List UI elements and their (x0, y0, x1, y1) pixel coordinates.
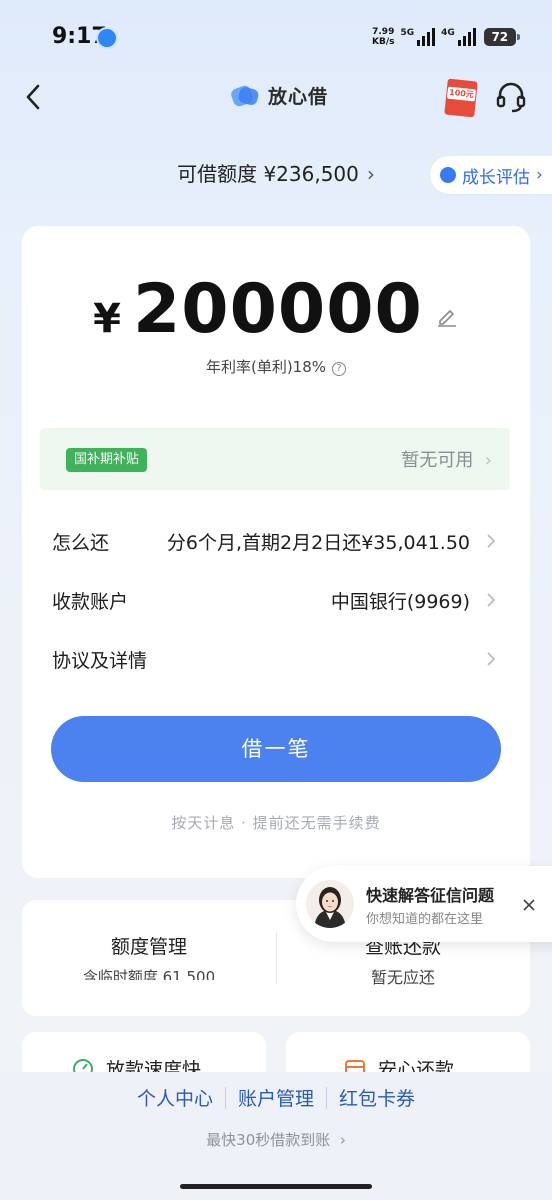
redpacket-label: 100元 (446, 86, 476, 102)
interest-rate: 年利率(单利)18%? (22, 356, 530, 377)
assistant-avatar-icon (306, 880, 354, 928)
loan-amount[interactable]: 200000 (133, 270, 423, 349)
feature-label: 安心还款 (378, 1059, 455, 1072)
app-title: 放心借 (268, 86, 329, 108)
redpacket-icon[interactable]: 100元 (444, 78, 478, 118)
subsidy-status: 暂无可用 › (401, 450, 492, 471)
agreement-details-row[interactable]: 协议及详情 (52, 638, 500, 678)
growth-assessment-button[interactable]: 成长评估 › (430, 156, 552, 194)
chevron-right-icon (487, 534, 496, 548)
link-account-management[interactable]: 账户管理 (238, 1084, 314, 1111)
divider (326, 1086, 327, 1109)
home-indicator[interactable] (180, 1184, 372, 1189)
repayment-plan-row[interactable]: 怎么还 分6个月,首期2月2日还¥35,041.50 (52, 520, 500, 560)
chevron-right-icon: › (484, 450, 492, 471)
chevron-right-icon: › (366, 162, 375, 186)
fast-payout-tip[interactable]: 最快30秒借款到账 › (0, 1129, 552, 1150)
fee-note: 按天计息 · 提前还无需手续费 (171, 814, 381, 832)
divider (224, 1086, 226, 1109)
chevron-right-icon: › (536, 165, 543, 185)
app-logo: 放心借 (230, 82, 328, 109)
back-icon[interactable] (20, 80, 48, 114)
popup-subtitle: 你想知道的都在这里 (366, 912, 484, 927)
limit-management-title[interactable]: 额度管理 (22, 932, 276, 959)
status-icons: 7.99 KB/s 5G 4G 72 (372, 24, 520, 50)
link-coupons[interactable]: 红包卡券 (339, 1084, 415, 1111)
chevron-right-icon: › (339, 1131, 346, 1149)
loan-card: ¥ 200000 年利率(单利)18%? 国补期补贴 暂无可用 › 怎么还 分6… (22, 226, 530, 878)
help-icon[interactable]: ? (332, 362, 347, 376)
temporary-limit: 含临时额度 61,500 (82, 968, 216, 980)
signal-icon-2: 4G (441, 28, 476, 46)
signal-icon: 5G (400, 28, 436, 46)
subsidy-tag: 国补期补贴 (66, 448, 148, 472)
receiving-account-row[interactable]: 收款账户 中国银行(9969) (52, 579, 500, 619)
popup-title: 快速解答征信问题 (366, 886, 495, 905)
amount-row: ¥ 200000 (22, 270, 530, 349)
edit-icon[interactable] (435, 304, 459, 328)
feature-label: 放款速度快 (106, 1059, 202, 1072)
net-speed: 7.99 KB/s (372, 27, 395, 47)
notification-app-icon (96, 27, 118, 49)
borrow-button[interactable]: 借一笔 (51, 716, 501, 782)
bottom-links: 个人中心 账户管理 红包卡券 (0, 1084, 552, 1111)
battery-icon: 72 (483, 28, 520, 46)
subsidy-bar[interactable]: 国补期补贴 暂无可用 › (40, 428, 510, 490)
currency-symbol: ¥ (93, 296, 121, 342)
avatar (306, 880, 354, 928)
credit-faq-popup[interactable]: 快速解答征信问题 你想知道的都在这里 (296, 866, 552, 942)
repayment-status: 暂无应还 (370, 968, 435, 987)
receiving-account-value: 中国银行(9969) (330, 591, 470, 613)
close-icon[interactable] (522, 898, 536, 912)
chevron-right-icon (487, 652, 496, 666)
logo-icon (231, 85, 259, 106)
customer-service-icon[interactable] (494, 80, 528, 114)
link-personal-center[interactable]: 个人中心 (137, 1084, 213, 1111)
chevron-right-icon (487, 593, 496, 607)
repayment-plan-value: 分6个月,首期2月2日还¥35,041.50 (166, 532, 470, 554)
growth-icon (440, 167, 456, 183)
